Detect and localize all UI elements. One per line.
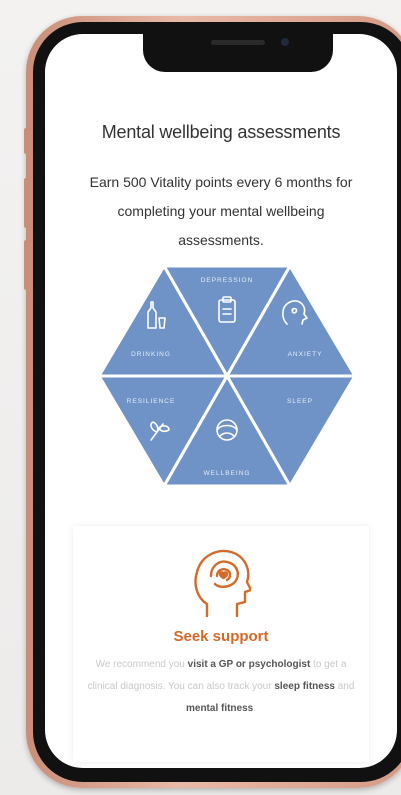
segment-label-depression: DEPRESSION (201, 277, 254, 284)
gp-psychologist-link[interactable]: visit a GP or psychologist (188, 659, 311, 670)
page-title: Mental wellbeing assessments (101, 122, 341, 142)
sleep-fitness-link[interactable]: sleep fitness (274, 681, 335, 692)
support-body: We recommend you visit a GP or psycholog… (87, 654, 355, 720)
side-button (24, 240, 30, 290)
head-heart-icon (193, 544, 253, 625)
support-text: and (334, 681, 355, 692)
support-text: We recommend you (95, 659, 188, 670)
camera (281, 38, 289, 46)
phone-screen: Mental wellbeing assessments Earn 500 Vi… (45, 34, 397, 768)
segment-label-wellbeing: WELLBEING (204, 470, 251, 477)
segment-label-anxiety: ANXIETY (288, 351, 323, 358)
page-subtitle: Earn 500 Vitality points every 6 months … (89, 174, 353, 248)
side-button (24, 128, 30, 154)
sleep-jar-icon (333, 414, 351, 441)
phone-notch (143, 34, 333, 72)
support-card: Seek support We recommend you visit a GP… (73, 526, 369, 762)
side-button (24, 178, 30, 228)
segment-label-sleep: SLEEP (287, 398, 313, 405)
segment-label-drinking: DRINKING (131, 351, 171, 358)
support-title: Seek support (173, 628, 269, 645)
support-text: . (253, 703, 257, 714)
mental-fitness-link[interactable]: mental fitness (186, 703, 253, 714)
assessment-hexagon: DEPRESSION ANXIETY SLEEP WELLBEING RESIL… (93, 262, 361, 490)
speaker (211, 40, 265, 45)
segment-label-resilience: RESILIENCE (127, 398, 176, 405)
